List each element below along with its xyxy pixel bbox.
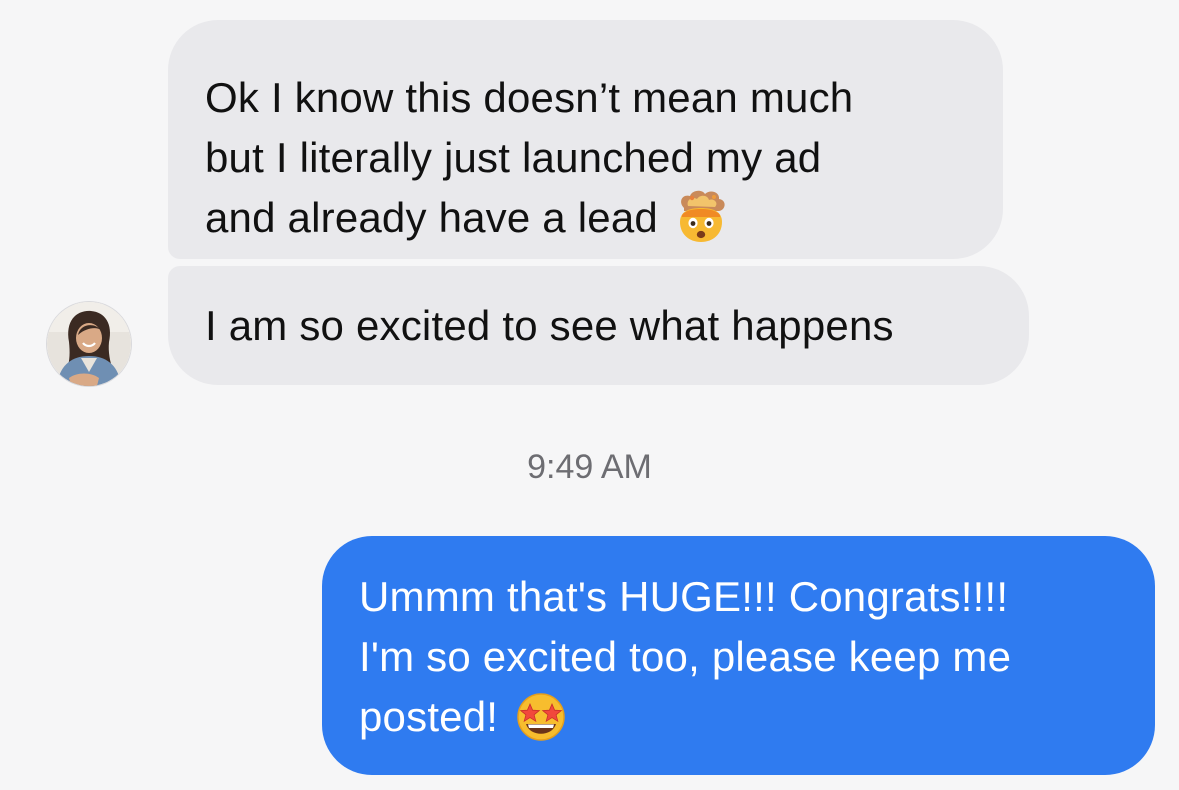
message-text-line: I'm so excited too, please keep me [359, 633, 1012, 680]
incoming-message-bubble[interactable]: Ok I know this doesn’t mean much but I l… [168, 20, 1003, 259]
message-text-fragment: and already have a lead [205, 194, 658, 241]
message-text-line: Ok I know this doesn’t mean much [205, 74, 854, 121]
contact-avatar[interactable] [47, 302, 131, 386]
star-struck-icon [512, 687, 570, 745]
incoming-message-bubble[interactable]: I am so excited to see what happens [168, 266, 1029, 385]
message-text: I am so excited to see what happens [205, 302, 894, 349]
exploding-head-icon [672, 188, 730, 246]
message-text-line: but I literally just launched my ad [205, 134, 822, 181]
message-timestamp: 9:49 AM [527, 448, 652, 486]
message-text-fragment: posted! [359, 693, 499, 740]
outgoing-message-bubble[interactable]: Ummm that's HUGE!!! Congrats!!!! I'm so … [322, 536, 1155, 775]
message-text-line: posted! [359, 687, 1119, 747]
message-text-line: Ummm that's HUGE!!! Congrats!!!! [359, 573, 1009, 620]
message-text-line: and already have a lead [205, 188, 967, 248]
